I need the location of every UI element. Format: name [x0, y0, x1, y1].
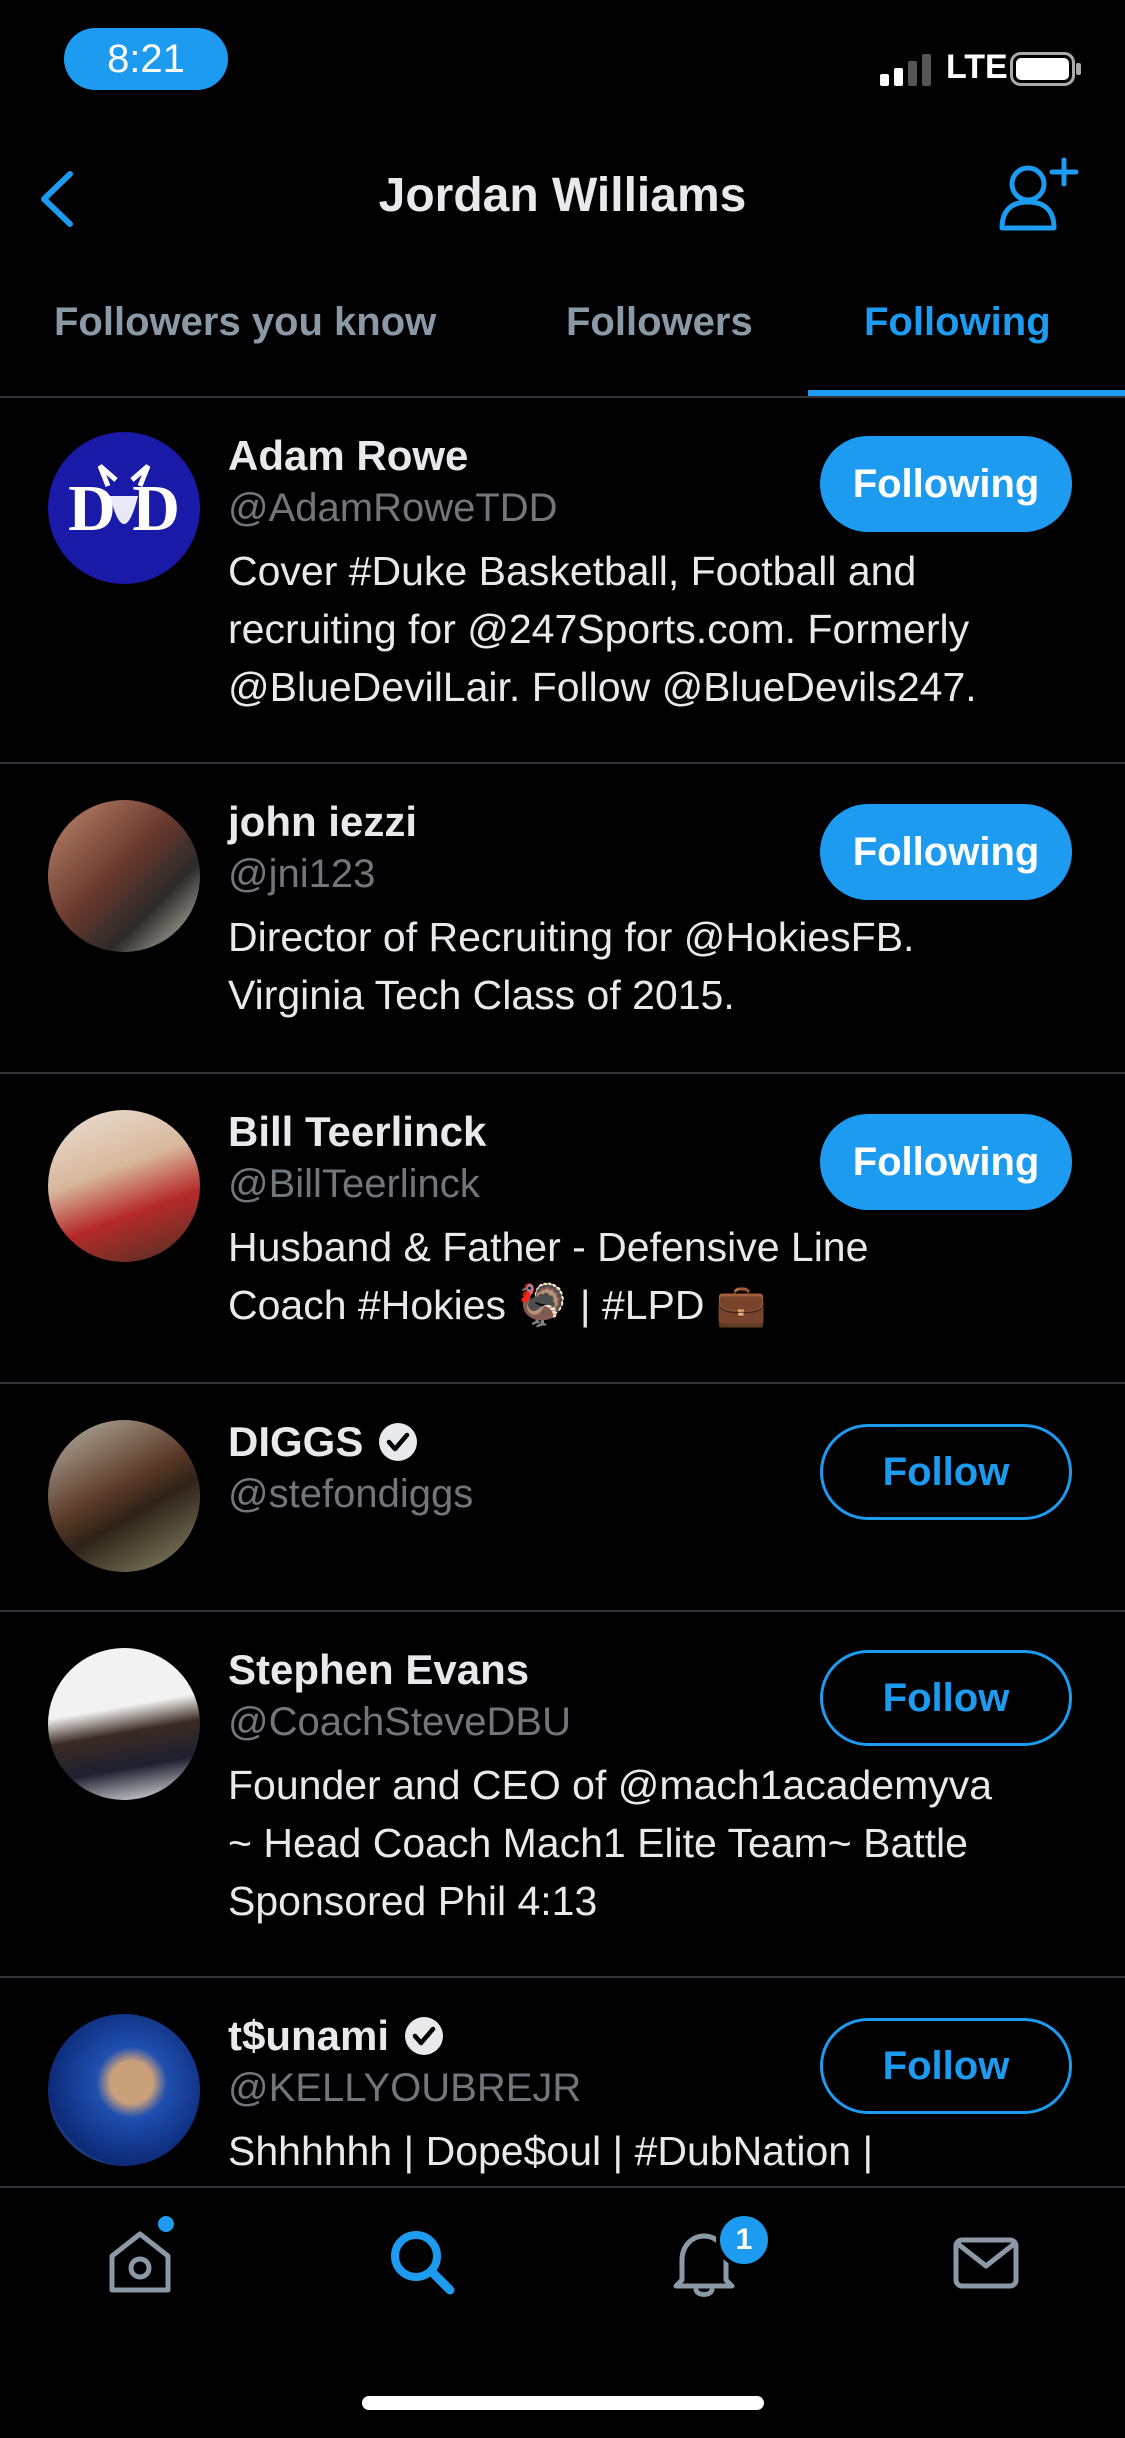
user-row-bill-teerlinck[interactable]: Bill Teerlinck @BillTeerlinck Husband & …	[0, 1074, 1125, 1382]
status-time: 8:21	[64, 28, 228, 90]
user-row-john-iezzi[interactable]: john iezzi @jni123 Director of Recruitin…	[0, 764, 1125, 1072]
user-handle: @CoachSteveDBU	[228, 1700, 571, 1744]
user-row-stephen-evans[interactable]: Stephen Evans @CoachSteveDBU Founder and…	[0, 1612, 1125, 1976]
follow-button[interactable]: Follow	[820, 1424, 1072, 1520]
add-user-icon[interactable]	[998, 156, 1080, 232]
user-bio: Founder and CEO of @mach1academyva ~ Hea…	[228, 1762, 993, 1924]
avatar[interactable]	[48, 2014, 200, 2166]
user-bio: Director of Recruiting for @HokiesFB. Vi…	[228, 914, 915, 1018]
user-name[interactable]: Adam Rowe	[228, 432, 468, 480]
user-handle: @AdamRoweTDD	[228, 486, 558, 530]
verified-badge-icon	[379, 1423, 418, 1461]
home-icon[interactable]	[104, 2226, 176, 2298]
duke-devil-logo-icon: D D	[68, 464, 180, 545]
following-button[interactable]: Following	[820, 804, 1072, 900]
home-unread-dot	[158, 2216, 174, 2232]
user-handle: @jni123	[228, 852, 376, 896]
page-title: Jordan Williams	[378, 169, 747, 222]
follow-button[interactable]: Follow	[820, 2018, 1072, 2114]
battery-icon	[1010, 52, 1081, 86]
tab-followers[interactable]: Followers	[566, 300, 753, 345]
user-handle: @stefondiggs	[228, 1472, 474, 1516]
notification-count-badge: 1	[716, 2212, 772, 2268]
user-bio: Cover #Duke Basketball, Football and rec…	[228, 548, 977, 710]
user-name[interactable]: john iezzi	[228, 798, 417, 846]
user-name[interactable]: Stephen Evans	[228, 1646, 529, 1694]
user-row-diggs[interactable]: DIGGS @stefondiggs Follow	[0, 1384, 1125, 1610]
avatar[interactable]	[48, 1420, 200, 1572]
user-name[interactable]: t$unami	[228, 2012, 445, 2060]
avatar[interactable]: D D	[48, 432, 200, 584]
user-handle: @KELLYOUBREJR	[228, 2066, 582, 2110]
tab-following[interactable]: Following	[864, 300, 1051, 345]
avatar[interactable]	[48, 1648, 200, 1800]
follow-button[interactable]: Follow	[820, 1650, 1072, 1746]
avatar[interactable]	[48, 800, 200, 952]
home-indicator[interactable]	[362, 2396, 764, 2410]
tab-followers-you-know[interactable]: Followers you know	[54, 300, 436, 345]
user-name[interactable]: DIGGS	[228, 1418, 419, 1466]
network-type: LTE	[946, 48, 1008, 86]
verified-badge-icon	[405, 2017, 444, 2055]
user-name[interactable]: Bill Teerlinck	[228, 1108, 486, 1156]
search-icon[interactable]	[386, 2226, 458, 2298]
user-handle: @BillTeerlinck	[228, 1162, 480, 1206]
following-button[interactable]: Following	[820, 1114, 1072, 1210]
user-row-tsunami[interactable]: t$unami @KELLYOUBREJR Shhhhhh | Dope$oul…	[0, 1978, 1125, 2186]
user-bio: Husband & Father - Defensive Line Coach …	[228, 1224, 869, 1328]
cellular-signal-icon	[880, 54, 931, 86]
messages-envelope-icon[interactable]	[950, 2226, 1022, 2298]
avatar[interactable]	[48, 1110, 200, 1262]
user-row-adam-rowe[interactable]: D D Adam Rowe @AdamRoweTDD Cover #Duke B…	[0, 398, 1125, 762]
following-button[interactable]: Following	[820, 436, 1072, 532]
user-bio: Shhhhhh | Dope$oul | #DubNation |	[228, 2128, 874, 2174]
